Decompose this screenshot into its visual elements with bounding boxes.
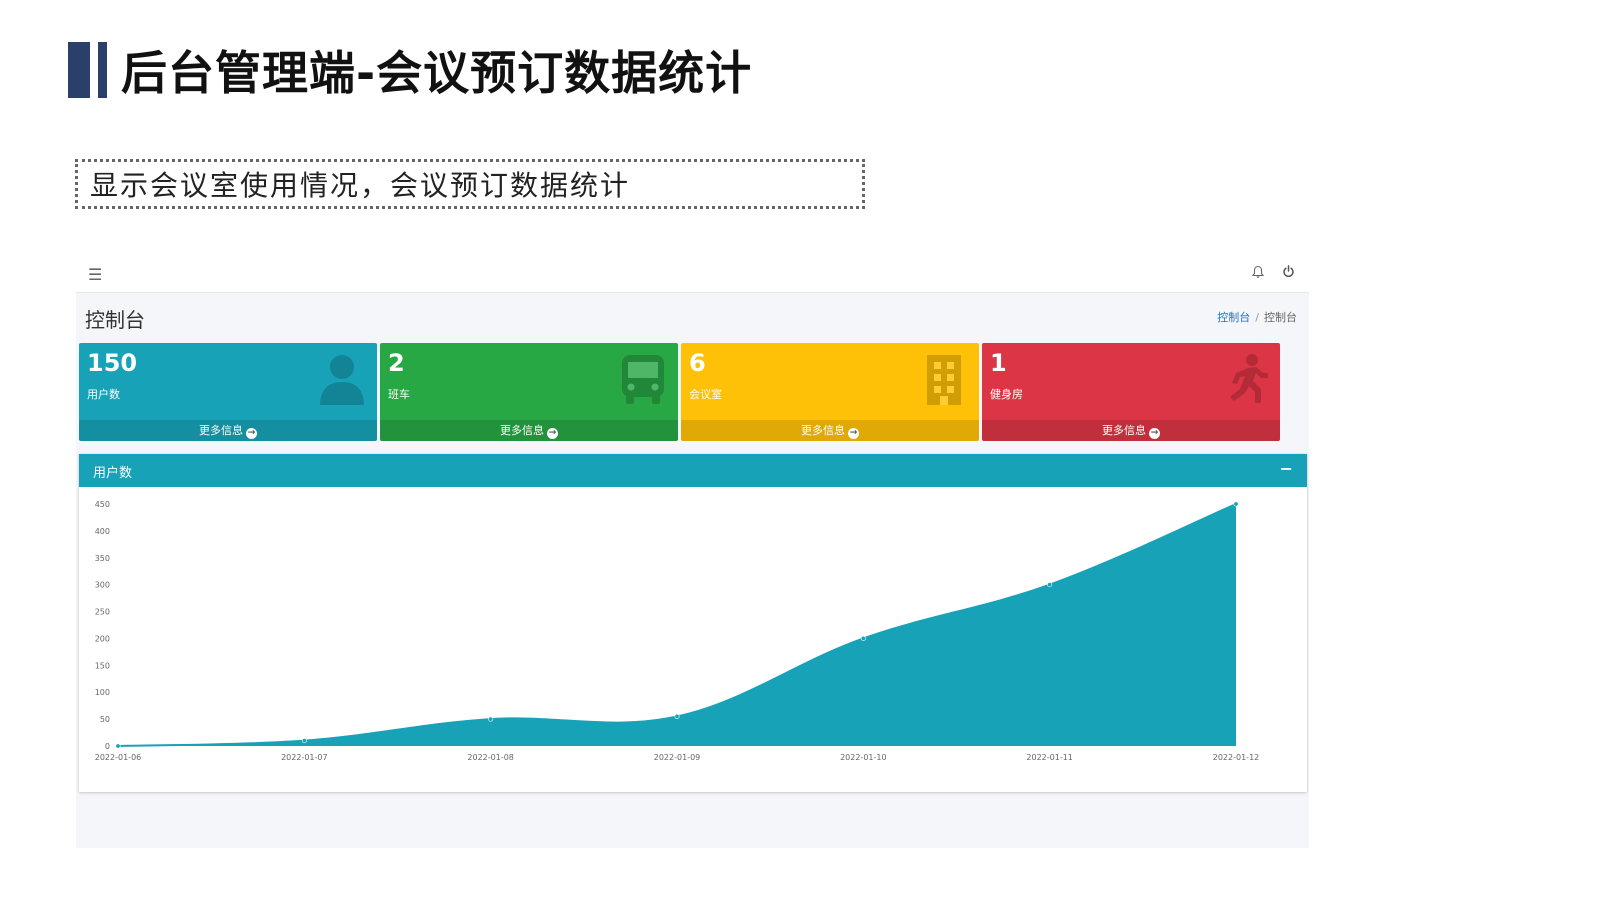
menu-icon[interactable]: ☰ [88, 265, 102, 284]
y-tick-label: 100 [95, 688, 110, 697]
arrow-circle-right-icon: → [547, 428, 558, 439]
stat-label-shuttle: 班车 [388, 388, 410, 401]
breadcrumb-separator: / [1255, 311, 1259, 324]
y-tick-label: 150 [95, 661, 110, 670]
arrow-circle-right-icon: → [246, 428, 257, 439]
users-chart-card: 用户数 − 0 50 100 150 200 250 300 350 400 450 2022-01… [79, 454, 1307, 792]
x-tick-label: 2022-01-10 [840, 753, 887, 762]
stat-footer-users-more-info[interactable]: 更多信息 → [79, 420, 377, 441]
stat-number-gym: 1 [990, 349, 1007, 377]
x-tick-label: 2022-01-06 [95, 753, 142, 762]
bus-icon [622, 355, 664, 404]
y-tick-label: 200 [95, 634, 110, 643]
stat-box-users: 150 用户数 更多信息 → [79, 343, 377, 441]
breadcrumb-link-dashboard[interactable]: 控制台 [1217, 311, 1250, 324]
stat-box-gym: 1 健身房 更多信息 → [982, 343, 1280, 441]
slide-title-text: 后台管理端-会议预订数据统计 [121, 46, 753, 100]
slide-title: 后台管理端-会议预订数据统计 [68, 40, 752, 100]
y-tick-label: 450 [95, 500, 110, 509]
bell-icon-svg [1251, 265, 1265, 278]
data-point[interactable] [488, 716, 494, 722]
power-icon-svg [1283, 265, 1294, 277]
stat-label-meeting-rooms: 会议室 [689, 388, 722, 401]
stat-label-users: 用户数 [87, 388, 120, 401]
data-point[interactable] [1047, 582, 1053, 588]
stat-footer-shuttle-more-info[interactable]: 更多信息 → [380, 420, 678, 441]
stat-footer-meeting-rooms-more-info[interactable]: 更多信息 → [681, 420, 979, 441]
data-point[interactable] [115, 743, 121, 749]
running-icon [1230, 354, 1268, 403]
building-icon [927, 355, 961, 405]
x-tick-label: 2022-01-09 [654, 753, 701, 762]
arrow-circle-right-icon: → [848, 428, 859, 439]
stat-boxes: 150 用户数 更多信息 → 2 班车 更多信息 → 6 会议室 更多信息 → … [79, 343, 1307, 441]
x-tick-label: 2022-01-08 [467, 753, 513, 762]
top-navbar: ☰ [76, 255, 1309, 293]
x-tick-label: 2022-01-12 [1213, 753, 1260, 762]
page-title: 控制台 [85, 308, 145, 332]
user-icon [320, 355, 364, 405]
stat-box-shuttle: 2 班车 更多信息 → [380, 343, 678, 441]
data-point[interactable] [1233, 501, 1239, 507]
breadcrumb-current: 控制台 [1264, 311, 1297, 324]
y-tick-label: 50 [100, 715, 110, 724]
bell-icon[interactable] [1251, 265, 1265, 283]
y-tick-label: 0 [105, 742, 110, 751]
subtitle-text: 显示会议室使用情况，会议预订数据统计 [90, 169, 631, 202]
area-series-fill [118, 504, 1236, 746]
card-title: 用户数 [93, 466, 133, 481]
title-accent-bar-thin [98, 42, 107, 98]
y-tick-label: 400 [95, 527, 110, 536]
data-point[interactable] [301, 738, 307, 744]
subtitle-box: 显示会议室使用情况，会议预订数据统计 [75, 159, 865, 209]
more-info-label: 更多信息 [500, 424, 544, 437]
title-accent-bars [68, 42, 107, 98]
y-tick-label: 350 [95, 554, 110, 563]
users-area-chart: 0 50 100 150 200 250 300 350 400 450 2022-01-06 202… [95, 500, 1260, 762]
x-tick-label: 2022-01-11 [1026, 753, 1073, 762]
stat-footer-gym-more-info[interactable]: 更多信息 → [982, 420, 1280, 441]
stat-number-shuttle: 2 [388, 349, 405, 377]
card-header: 用户数 − [79, 454, 1307, 487]
y-tick-label: 250 [95, 608, 110, 617]
y-tick-label: 300 [95, 581, 110, 590]
more-info-label: 更多信息 [199, 424, 243, 437]
more-info-label: 更多信息 [801, 424, 845, 437]
stat-number-meeting-rooms: 6 [689, 349, 706, 377]
more-info-label: 更多信息 [1102, 424, 1146, 437]
collapse-button[interactable]: − [1280, 459, 1293, 478]
title-accent-bar-thick [68, 42, 90, 98]
power-icon[interactable] [1282, 264, 1295, 282]
data-point[interactable] [860, 635, 866, 641]
data-point[interactable] [674, 713, 680, 719]
breadcrumb: 控制台 / 控制台 [1217, 309, 1297, 325]
stat-label-gym: 健身房 [990, 388, 1023, 401]
dashboard-screenshot: ☰ 控制台 控制台 / 控制台 150 用户数 更多信息 → 2 班车 更多信息… [76, 255, 1309, 848]
stat-number-users: 150 [87, 349, 138, 377]
x-tick-label: 2022-01-07 [281, 753, 328, 762]
stat-box-meeting-rooms: 6 会议室 更多信息 → [681, 343, 979, 441]
page-header: 控制台 控制台 / 控制台 [76, 293, 1309, 339]
arrow-circle-right-icon: → [1149, 428, 1160, 439]
